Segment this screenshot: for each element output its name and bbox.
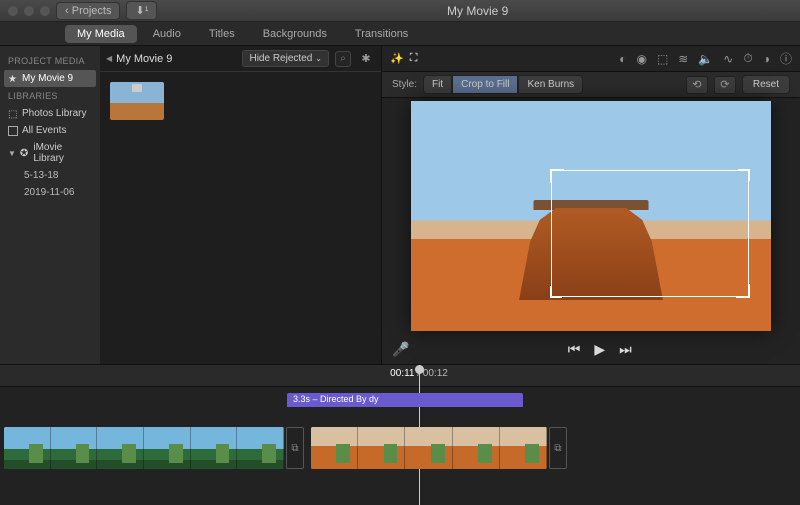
sidebar-item-event-2[interactable]: 2019-11-06 [4, 184, 96, 201]
rotate-cw-button[interactable]: ⟳ [714, 76, 736, 94]
tab-titles[interactable]: Titles [197, 25, 247, 43]
rotate-ccw-button[interactable]: ⟲ [686, 76, 708, 94]
reset-button[interactable]: Reset [742, 75, 790, 94]
sidebar-section-libraries: Libraries [4, 87, 96, 105]
prev-button[interactable]: ⏮ [568, 341, 581, 358]
filter-dropdown[interactable]: Hide Rejected⌄ [242, 50, 329, 67]
sidebar-item-all-events[interactable]: All Events [4, 122, 96, 139]
breadcrumb[interactable]: ◀ My Movie 9 [106, 53, 172, 65]
timeline-ruler[interactable]: 00:11 / 00:12 [0, 365, 800, 387]
current-time: 00:11 [390, 368, 414, 379]
sidebar: Project Media ★ My Movie 9 Libraries ⬚ Pho… [0, 46, 100, 364]
adjustment-tools: ◐ ◉ ⬚ ≋ 🔈 ∿ ⏱ ◑ ⓘ [619, 50, 792, 67]
speed-icon[interactable]: ⏱ [743, 51, 752, 66]
sidebar-item-imovie-library[interactable]: ▼ ✪ iMovie Library [4, 139, 96, 167]
next-button[interactable]: ⏭ [619, 341, 632, 358]
stabilize-icon[interactable]: ≋ [678, 52, 688, 66]
sidebar-item-label: iMovie Library [33, 142, 92, 164]
timeline-tracks[interactable]: 3.3s – Directed By dy ⧉ ⧉ [0, 387, 800, 475]
breadcrumb-label: My Movie 9 [116, 53, 172, 65]
browser-header: ◀ My Movie 9 Hide Rejected⌄ ⌕ ✱ [100, 46, 381, 72]
color-correction-icon[interactable]: ◉ [636, 52, 646, 66]
sidebar-item-label: 2019-11-06 [24, 187, 74, 198]
media-thumbnail[interactable] [110, 82, 164, 120]
titlebar: ‹ Projects ⬇¹ My Movie 9 [0, 0, 800, 22]
search-icon: ⌕ [340, 53, 346, 64]
crop-tool-icon[interactable]: ⛶ [410, 52, 418, 65]
transition-start-marker[interactable]: ⧉ [286, 427, 304, 469]
window-title: My Movie 9 [163, 4, 792, 18]
timeline-clip-2[interactable] [311, 427, 547, 469]
filter-label: Hide Rejected [249, 53, 312, 64]
filter-icon[interactable]: ◑ [763, 52, 770, 66]
transition-end-marker[interactable]: ⧉ [549, 427, 567, 469]
disclosure-icon[interactable]: ▼ [8, 149, 16, 158]
preview-image [411, 101, 771, 331]
timeline-clip-1[interactable] [4, 427, 284, 469]
sidebar-item-photos[interactable]: ⬚ Photos Library [4, 105, 96, 122]
voiceover-button[interactable]: 🎤 [392, 341, 409, 358]
clip-title-bar[interactable]: 3.3s – Directed By dy [287, 393, 523, 407]
info-icon[interactable]: ⓘ [780, 50, 792, 67]
style-crop-to-fill-button[interactable]: Crop to Fill [452, 75, 518, 94]
import-button[interactable]: ⬇¹ [126, 1, 157, 20]
search-input[interactable]: ⌕ [335, 51, 351, 67]
settings-button[interactable]: ✱ [357, 50, 375, 68]
tab-transitions[interactable]: Transitions [343, 25, 420, 43]
preview-canvas[interactable] [382, 98, 800, 334]
viewer-footer: 🎤 ⏮ ▶ ⏭ [382, 334, 800, 364]
sidebar-item-label: All Events [22, 125, 66, 136]
transport-controls: ⏮ ▶ ⏭ [568, 341, 632, 358]
crop-style-row: Style: Fit Crop to Fill Ken Burns ⟲ ⟳ Re… [382, 72, 800, 98]
sidebar-item-project[interactable]: ★ My Movie 9 [4, 70, 96, 87]
noise-icon[interactable]: ∿ [723, 52, 733, 66]
total-time: 00:12 [423, 368, 448, 379]
timeline: 00:11 / 00:12 3.3s – Directed By dy ⧉ ⧉ [0, 364, 800, 505]
sidebar-item-label: Photos Library [22, 108, 86, 119]
media-thumbnails [100, 72, 381, 130]
enhance-icon[interactable]: ✨ [390, 52, 404, 65]
crop-rectangle[interactable] [551, 170, 749, 297]
style-segmented-control: Fit Crop to Fill Ken Burns [423, 75, 583, 94]
viewer-toolbar: ✨ ⛶ ◐ ◉ ⬚ ≋ 🔈 ∿ ⏱ ◑ ⓘ [382, 46, 800, 72]
photos-icon: ⬚ [8, 109, 18, 119]
events-icon [8, 126, 18, 136]
style-fit-button[interactable]: Fit [423, 75, 452, 94]
sidebar-item-label: 5-13-18 [24, 170, 58, 181]
library-icon: ✪ [20, 148, 29, 158]
tab-audio[interactable]: Audio [141, 25, 193, 43]
project-icon: ★ [8, 74, 18, 84]
gear-icon: ✱ [361, 52, 370, 65]
chevron-down-icon: ⌄ [315, 54, 322, 63]
projects-back-button[interactable]: ‹ Projects [56, 2, 120, 20]
sidebar-item-label: My Movie 9 [22, 73, 73, 84]
window-controls[interactable] [8, 6, 50, 16]
style-label: Style: [392, 79, 417, 90]
tab-my-media[interactable]: My Media [65, 25, 137, 43]
chevron-left-icon: ◀ [106, 54, 112, 63]
library-tabs: My Media Audio Titles Backgrounds Transi… [0, 22, 800, 46]
sidebar-item-event-1[interactable]: 5-13-18 [4, 167, 96, 184]
volume-icon[interactable]: 🔈 [698, 52, 713, 66]
color-balance-icon[interactable]: ◐ [619, 52, 626, 66]
crop-icon[interactable]: ⬚ [657, 52, 668, 66]
style-ken-burns-button[interactable]: Ken Burns [518, 75, 583, 94]
play-button[interactable]: ▶ [594, 341, 605, 358]
viewer-panel: ✨ ⛶ ◐ ◉ ⬚ ≋ 🔈 ∿ ⏱ ◑ ⓘ Style: Fit Crop to… [382, 46, 800, 364]
sidebar-section-project-media: Project Media [4, 52, 96, 70]
tab-backgrounds[interactable]: Backgrounds [251, 25, 339, 43]
media-browser: ◀ My Movie 9 Hide Rejected⌄ ⌕ ✱ [100, 46, 382, 364]
projects-back-label: Projects [72, 5, 112, 17]
